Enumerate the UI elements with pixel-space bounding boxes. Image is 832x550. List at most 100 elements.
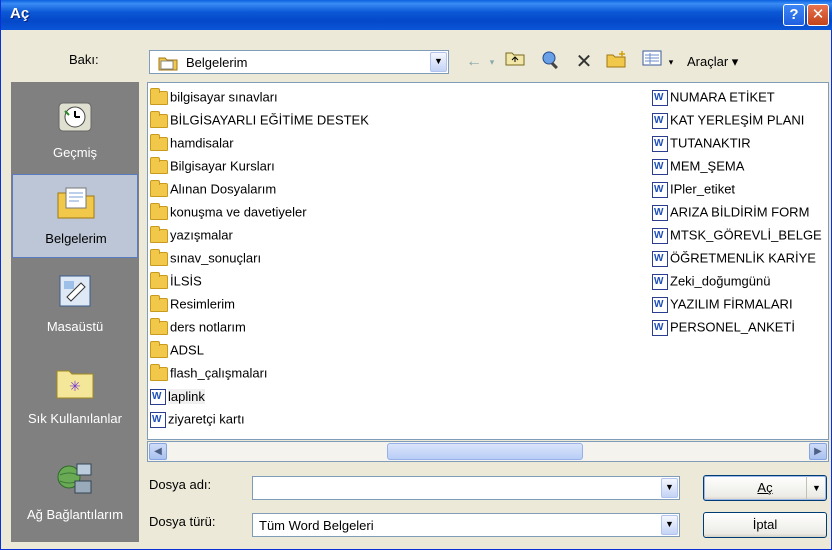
scroll-right-button[interactable]: ▶	[809, 443, 827, 460]
folder-icon	[150, 179, 168, 197]
list-item[interactable]: laplink	[150, 385, 205, 408]
list-item[interactable]: ARIZA BİLDİRİM FORM	[652, 201, 809, 224]
open-button-label: Aç	[757, 480, 773, 495]
look-in-dropdown[interactable]: Belgelerim ▼	[149, 50, 449, 74]
file-name-field[interactable]: ▼	[252, 476, 680, 500]
favorites-icon: ✳	[55, 365, 95, 401]
my-documents-icon	[56, 185, 96, 221]
word-document-icon	[652, 87, 668, 109]
place-network[interactable]: Ağ Bağlantılarım	[12, 451, 138, 535]
word-document-icon	[652, 202, 668, 224]
cancel-button[interactable]: İptal	[703, 512, 827, 538]
folder-icon	[150, 340, 168, 358]
list-item[interactable]: Zeki_doğumgünü	[652, 270, 770, 293]
window-title: Aç	[10, 5, 30, 22]
list-item[interactable]: İLSİS	[150, 270, 202, 292]
back-dropdown-icon[interactable]: ▾	[487, 50, 497, 74]
folder-icon	[150, 202, 168, 220]
folder-icon	[150, 317, 168, 335]
place-label: Belgelerim	[45, 231, 107, 246]
word-document-icon	[652, 133, 668, 155]
folder-icon	[150, 294, 168, 312]
word-document-icon	[652, 248, 668, 270]
desktop-icon	[55, 273, 95, 309]
scroll-left-button[interactable]: ◀	[149, 443, 167, 460]
folder-icon	[150, 248, 168, 266]
look-in-label: Bakı:	[69, 52, 99, 67]
file-type-dropdown[interactable]: Tüm Word Belgeleri ▼	[252, 513, 680, 537]
file-type-label: Dosya türü:	[149, 514, 216, 529]
file-type-value: Tüm Word Belgeleri	[259, 518, 374, 533]
word-document-icon	[652, 317, 668, 339]
list-item[interactable]: Alınan Dosyalarım	[150, 178, 276, 200]
list-item[interactable]: flash_çalışmaları	[150, 362, 268, 384]
open-dialog: Aç ? ✕ Bakı: Belgelerim ▼ ← ▾ ✕ ▾ Araçla…	[0, 0, 832, 550]
close-button[interactable]: ✕	[807, 4, 829, 26]
tools-menu[interactable]: Araçlar ▾	[687, 54, 738, 70]
delete-icon[interactable]: ✕	[573, 50, 595, 74]
place-my-documents[interactable]: Belgelerim	[12, 174, 138, 258]
list-item[interactable]: sınav_sonuçları	[150, 247, 261, 269]
folder-icon	[150, 133, 168, 151]
list-item[interactable]: ADSL	[150, 339, 204, 361]
list-item[interactable]: BİLGİSAYARLI EĞİTİME DESTEK	[150, 109, 369, 131]
list-item[interactable]: bilgisayar sınavları	[150, 86, 278, 108]
word-document-icon	[150, 409, 166, 431]
horizontal-scrollbar[interactable]: ◀ ▶	[147, 441, 829, 462]
back-icon[interactable]: ←	[463, 50, 485, 74]
list-item[interactable]: Bilgisayar Kursları	[150, 155, 275, 177]
list-item[interactable]: MTSK_GÖREVLİ_BELGE	[652, 224, 822, 247]
folder-icon	[150, 363, 168, 381]
views-icon[interactable]	[641, 50, 663, 74]
title-bar[interactable]: Aç ? ✕	[1, 0, 832, 30]
file-name-label: Dosya adı:	[149, 477, 212, 492]
word-document-icon	[652, 156, 668, 178]
new-folder-icon[interactable]	[605, 50, 629, 74]
list-item[interactable]: konuşma ve davetiyeler	[150, 201, 307, 223]
history-icon	[55, 99, 95, 135]
place-desktop[interactable]: Masaüstü	[12, 263, 138, 347]
list-item[interactable]: KAT YERLEŞİM PLANI	[652, 109, 804, 132]
list-item[interactable]: TUTANAKTIR	[652, 132, 751, 155]
views-dropdown-icon[interactable]: ▾	[665, 50, 677, 74]
place-favorites[interactable]: ✳ Sık Kullanılanlar	[12, 355, 138, 439]
chevron-down-icon[interactable]: ▼	[661, 515, 678, 535]
list-item[interactable]: YAZILIM FİRMALARI	[652, 293, 793, 316]
svg-text:✳: ✳	[69, 379, 81, 395]
file-list[interactable]: bilgisayar sınavları BİLGİSAYARLI EĞİTİM…	[147, 82, 829, 440]
list-item[interactable]: IPler_etiket	[652, 178, 735, 201]
list-item[interactable]: hamdisalar	[150, 132, 234, 154]
word-document-icon	[652, 294, 668, 316]
place-label: Masaüstü	[46, 319, 104, 334]
folder-icon	[150, 87, 168, 105]
word-document-icon	[652, 179, 668, 201]
word-document-icon	[652, 225, 668, 247]
folder-icon	[150, 156, 168, 174]
list-item[interactable]: yazışmalar	[150, 224, 233, 246]
list-item[interactable]: Resimlerim	[150, 293, 235, 315]
list-item[interactable]: ziyaretçi kartı	[150, 408, 245, 431]
list-item[interactable]: ÖĞRETMENLİK KARİYE	[652, 247, 816, 270]
list-item[interactable]: PERSONEL_ANKETİ	[652, 316, 795, 339]
up-folder-icon[interactable]	[503, 50, 527, 74]
word-document-icon	[652, 271, 668, 293]
list-item[interactable]: MEM_ŞEMA	[652, 155, 744, 178]
place-history[interactable]: Geçmiş	[12, 89, 138, 173]
word-document-icon	[150, 386, 166, 408]
place-label: Ağ Bağlantılarım	[26, 507, 124, 522]
search-web-icon[interactable]	[539, 50, 563, 74]
chevron-down-icon[interactable]: ▼	[661, 478, 678, 498]
open-button[interactable]: Aç ▼	[703, 475, 827, 501]
folder-icon	[150, 225, 168, 243]
places-bar: Geçmiş Belgelerim Masaüstü ✳ Sık Kullanı…	[11, 82, 139, 542]
list-item[interactable]: ders notlarım	[150, 316, 246, 338]
folder-icon	[150, 110, 168, 128]
look-in-value: Belgelerim	[186, 55, 248, 70]
help-button[interactable]: ?	[783, 4, 805, 26]
place-label: Sık Kullanılanlar	[28, 411, 122, 426]
folder-icon	[158, 55, 178, 74]
scroll-thumb[interactable]	[387, 443, 583, 460]
list-item[interactable]: NUMARA ETİKET	[652, 86, 775, 109]
chevron-down-icon[interactable]: ▼	[806, 476, 826, 500]
chevron-down-icon[interactable]: ▼	[430, 52, 447, 72]
